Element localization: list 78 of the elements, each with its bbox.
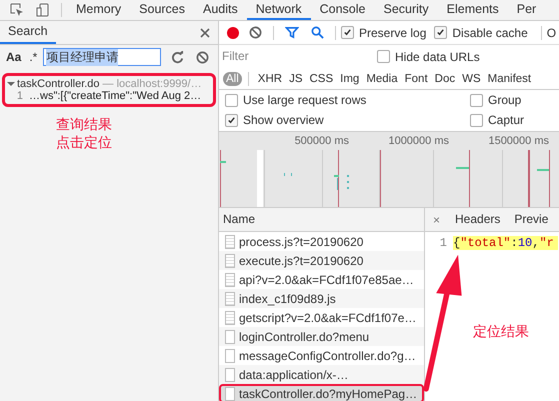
checkbox[interactable] — [225, 114, 238, 126]
detail-tab[interactable]: Headers — [448, 208, 508, 231]
record-icon[interactable] — [227, 26, 239, 38]
match-case-toggle[interactable]: Aa — [2, 50, 26, 64]
refresh-icon[interactable] — [171, 50, 184, 64]
script-file-icon — [225, 234, 235, 248]
search-field[interactable]: 项目经理申请 — [43, 48, 162, 66]
document-icon — [225, 330, 235, 344]
toolbar-label: O — [546, 26, 556, 40]
script-file-icon — [225, 292, 235, 306]
checkbox-label: Hide data URLs — [395, 50, 480, 64]
time-tick-label: 1000000 ms — [387, 135, 449, 147]
type-filter[interactable]: XHR — [254, 72, 286, 86]
result-location: — localhost:9999/… — [102, 78, 202, 90]
checkmark-icon — [227, 116, 236, 124]
checkbox[interactable] — [470, 114, 483, 126]
request-row[interactable]: api?v=2.0&ak=FCdf1f07e85ae… — [219, 270, 424, 289]
checkbox-label: Group — [488, 93, 522, 107]
annotation-text: 查询结果 — [56, 115, 112, 133]
annotation-text: 定位结果 — [473, 323, 529, 339]
line-number: 1 — [16, 90, 23, 102]
document-icon — [225, 386, 235, 400]
checkbox[interactable] — [434, 26, 448, 39]
checkbox-label: Captur — [488, 113, 524, 127]
type-filter[interactable]: JS — [286, 72, 306, 86]
request-row[interactable]: process.js?t=20190620 — [219, 232, 424, 251]
document-icon — [225, 348, 235, 362]
checkbox-label: Show overview — [243, 113, 324, 127]
result-file-name[interactable]: taskController.do — [17, 78, 100, 90]
script-file-icon — [225, 272, 235, 286]
panel-tab[interactable]: Security — [374, 0, 438, 20]
type-filter[interactable]: Manifest — [484, 72, 534, 86]
type-filter[interactable]: Doc — [432, 72, 458, 86]
device-icon[interactable] — [36, 3, 50, 17]
annotation-text: 点击定位 — [56, 133, 112, 151]
time-tick-label: 1500000 ms — [487, 135, 549, 147]
response-code: {"total":10,"r — [453, 236, 558, 250]
checkmark-icon — [436, 28, 446, 37]
search-tab[interactable]: Search — [0, 21, 56, 44]
checkmark-icon — [343, 28, 352, 37]
document-icon — [225, 368, 235, 382]
type-filter[interactable]: WS — [459, 72, 484, 86]
checkbox[interactable] — [341, 26, 354, 39]
request-row[interactable]: getscript?v=2.0&ak=FCdf1f07e… — [219, 308, 424, 327]
script-file-icon — [225, 310, 235, 324]
detail-tab[interactable]: Previe — [507, 208, 556, 231]
regex-toggle[interactable]: .* — [25, 50, 42, 64]
inspect-icon[interactable] — [10, 3, 24, 17]
search-icon[interactable] — [311, 26, 324, 39]
type-filter[interactable]: CSS — [306, 72, 336, 86]
request-row[interactable]: messageConfigController.do?g… — [219, 346, 424, 365]
checkbox[interactable] — [377, 50, 390, 63]
checkbox-label: Preserve log — [359, 26, 426, 40]
panel-tab[interactable]: Console — [310, 0, 374, 20]
panel-tab[interactable]: Elements — [438, 0, 508, 20]
filter-field[interactable]: Filter — [219, 46, 365, 64]
close-icon[interactable] — [200, 28, 210, 38]
checkbox-label: Use large request rows — [243, 93, 366, 107]
panel-tab[interactable]: Audits — [194, 0, 247, 20]
clear-icon[interactable] — [249, 26, 262, 39]
time-tick-label: 500000 ms — [294, 135, 349, 147]
type-filter[interactable]: Media — [363, 72, 401, 86]
type-filter[interactable]: Img — [337, 72, 362, 86]
checkbox[interactable] — [470, 94, 483, 106]
filter-icon[interactable] — [285, 26, 299, 39]
panel-tab[interactable]: Sources — [130, 0, 194, 20]
checkbox[interactable] — [225, 94, 238, 106]
match-text[interactable]: …ws":[{"createTime":"Wed Aug 2… — [29, 90, 202, 102]
panel-tab[interactable]: Memory — [67, 0, 130, 20]
line-number: 1 — [438, 236, 448, 250]
close-button[interactable]: × — [425, 212, 448, 226]
panel-tab[interactable]: Network — [246, 0, 311, 20]
request-row[interactable]: taskController.do?myHomePag… — [219, 384, 424, 401]
panel-tab[interactable]: Per — [508, 0, 546, 20]
type-filter[interactable]: Font — [402, 72, 431, 86]
checkbox-label: Disable cache — [452, 26, 528, 40]
script-file-icon — [225, 254, 235, 268]
clear-icon[interactable] — [196, 50, 210, 64]
